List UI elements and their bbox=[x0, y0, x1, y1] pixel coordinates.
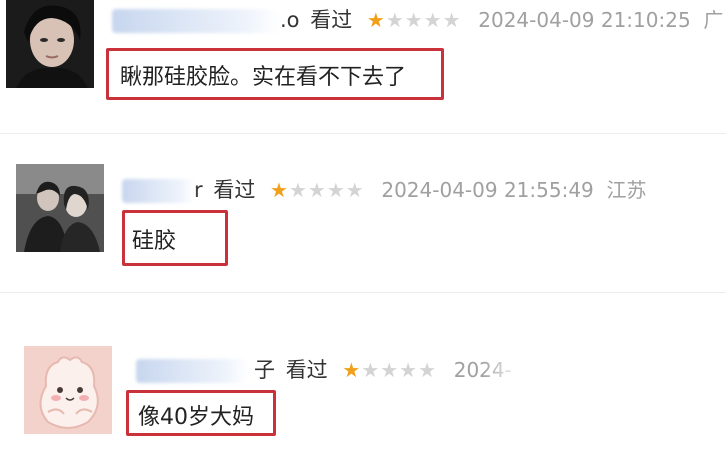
watched-label: 看过 bbox=[310, 8, 353, 32]
comment-body: 像40岁大妈 bbox=[138, 405, 254, 430]
watched-label: 看过 bbox=[285, 358, 328, 382]
star-empty-icon: ★★★★ bbox=[361, 358, 438, 382]
star-filled-icon: ★ bbox=[366, 8, 386, 32]
watched-label: 看过 bbox=[213, 178, 256, 202]
divider bbox=[0, 133, 726, 134]
comment-body: 瞅那硅胶脸。实在看不下去了 bbox=[120, 65, 407, 90]
comment-meta: 子 看过 ★★★★★ 2024- bbox=[136, 354, 522, 384]
star-empty-icon: ★★★★ bbox=[288, 178, 365, 202]
fade-overlay bbox=[481, 358, 522, 384]
comment-time: 2024-04-09 21:10:25 bbox=[478, 8, 691, 32]
star-filled-icon: ★ bbox=[342, 358, 362, 382]
comment-location: 江苏 bbox=[606, 178, 647, 202]
comment-meta: .o 看过 ★★★★★ 2024-04-09 21:10:25 广 bbox=[112, 4, 723, 34]
comment-time: 2024-04-09 21:55:49 bbox=[381, 178, 594, 202]
username-tail[interactable]: 子 bbox=[254, 358, 275, 382]
divider bbox=[0, 292, 726, 293]
comment-location: 广 bbox=[703, 8, 724, 32]
avatar-couple-image bbox=[16, 164, 104, 252]
username-blurred[interactable] bbox=[122, 179, 194, 203]
comment-1: .o 看过 ★★★★★ 2024-04-09 21:10:25 广 瞅那硅胶脸。… bbox=[0, 0, 726, 132]
rating-stars: ★★★★★ bbox=[367, 8, 462, 32]
user-avatar[interactable] bbox=[24, 346, 112, 434]
rating-stars: ★★★★★ bbox=[342, 358, 437, 382]
user-avatar[interactable] bbox=[6, 0, 94, 88]
username-tail[interactable]: .o bbox=[280, 8, 300, 32]
star-empty-icon: ★★★★ bbox=[385, 8, 462, 32]
comment-body: 硅胶 bbox=[132, 229, 177, 254]
avatar-portrait-image bbox=[6, 0, 94, 88]
avatar-cartoon-image bbox=[24, 346, 112, 434]
username-tail[interactable]: r bbox=[194, 178, 203, 202]
comment-meta: r 看过 ★★★★★ 2024-04-09 21:55:49 江苏 bbox=[122, 174, 646, 204]
star-filled-icon: ★ bbox=[270, 178, 289, 202]
comment-3: 子 看过 ★★★★★ 2024- 像40岁大妈 bbox=[0, 340, 726, 450]
username-blurred[interactable] bbox=[112, 9, 280, 33]
username-blurred[interactable] bbox=[136, 359, 248, 383]
comment-2: r 看过 ★★★★★ 2024-04-09 21:55:49 江苏 硅胶 bbox=[0, 160, 726, 290]
rating-stars: ★★★★★ bbox=[270, 178, 365, 202]
user-avatar[interactable] bbox=[16, 164, 104, 252]
